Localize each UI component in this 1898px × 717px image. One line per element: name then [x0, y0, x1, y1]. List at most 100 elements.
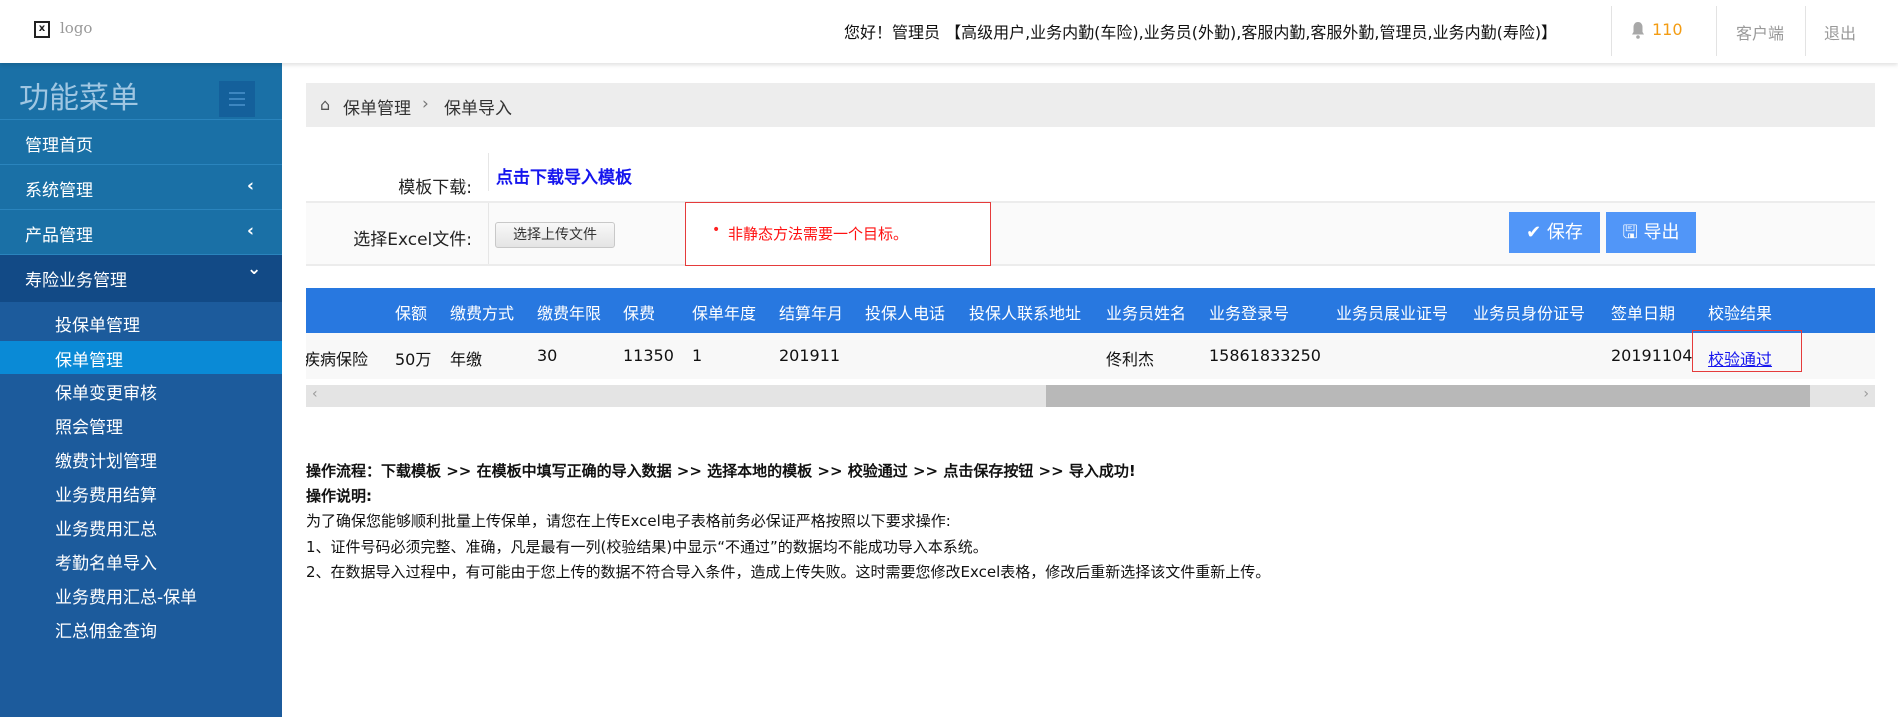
home-icon: ⌂ [320, 95, 331, 114]
save-button[interactable]: ✔ 保存 [1509, 212, 1600, 253]
sidebar-item-life-insurance[interactable]: 寿险业务管理 ⌄ [0, 255, 282, 302]
sidebar-subitem-label: 投保单管理 [55, 316, 140, 336]
column-header: 缴费年限 [537, 304, 602, 323]
instructions-intro: 为了确保您能够顺利批量上传保单，请您在上传Excel电子表格前务必保证严格按照以… [306, 512, 951, 530]
notification-count[interactable]: 110 [1652, 20, 1683, 39]
sidebar-item-label: 管理首页 [25, 136, 93, 156]
check-icon: ✔ [1526, 222, 1542, 243]
column-header: 保额 [395, 304, 428, 323]
sidebar-subitem[interactable]: 业务费用汇总 [0, 510, 282, 543]
sidebar: 功能菜单 管理首页 系统管理 ‹ 产品管理 ‹ 寿险业务管理 ⌄ 投保单管理 保单管理… [0, 63, 282, 717]
column-header: 签单日期 [1611, 304, 1676, 323]
column-header: 业务登录号 [1209, 304, 1290, 323]
sidebar-item-label: 产品管理 [25, 226, 93, 246]
sidebar-subitem[interactable]: 业务费用结算 [0, 476, 282, 509]
sidebar-subitem[interactable]: 保单变更审核 [0, 374, 282, 407]
breadcrumb-separator: › [422, 94, 429, 114]
column-header: 缴费方式 [450, 304, 515, 323]
sidebar-subitem[interactable]: 缴费计划管理 [0, 442, 282, 475]
sidebar-subitem[interactable]: 考勤名单导入 [0, 544, 282, 577]
table-cell: 15861833250 [1209, 346, 1321, 365]
sidebar-subitem[interactable]: 照会管理 [0, 408, 282, 441]
breadcrumb: ⌂ 保单管理 › 保单导入 [306, 83, 1875, 127]
table-cell: 11350 [623, 346, 674, 365]
scroll-left-icon[interactable]: ‹ [312, 386, 318, 402]
sidebar-item-label: 系统管理 [25, 181, 93, 201]
excel-file-label: 选择Excel文件: [353, 230, 472, 250]
logo-broken-image-icon: x [34, 21, 50, 38]
download-template-link[interactable]: 点击下载导入模板 [496, 163, 632, 188]
table-cell: 20191104 [1611, 346, 1693, 365]
sidebar-subitem[interactable]: 业务费用汇总-保单 [0, 578, 282, 611]
logout-link[interactable]: 退出 [1824, 20, 1856, 44]
instructions-rule: 1、证件号码必须完整、准确，凡是最有一列(校验结果)中显示“不通过”的数据均不能… [306, 538, 988, 556]
scrollbar-thumb[interactable] [1046, 385, 1810, 407]
sidebar-item-system[interactable]: 系统管理 ‹ [0, 165, 282, 210]
table-header-row: 保额 缴费方式 缴费年限 保费 保单年度 结算年月 投保人电话 投保人联系地址 … [306, 288, 1875, 333]
column-header: 业务员身份证号 [1473, 304, 1586, 323]
menu-toggle-icon[interactable] [219, 81, 255, 117]
sidebar-subitem-label: 考勤名单导入 [55, 554, 157, 574]
sidebar-item-home[interactable]: 管理首页 [0, 120, 282, 165]
sidebar-title: 功能菜单 [0, 63, 282, 120]
column-header: 保费 [623, 304, 656, 323]
table-cell: 30 [537, 346, 558, 365]
bell-icon[interactable] [1631, 21, 1645, 39]
scroll-right-icon[interactable]: › [1863, 386, 1869, 402]
client-link[interactable]: 客户端 [1736, 20, 1784, 44]
sidebar-subitem-label: 业务费用结算 [55, 486, 157, 506]
table-row: 疾病保险 50万 年缴 30 11350 1 201911 佟利杰 158618… [306, 333, 1875, 379]
sidebar-subitem-label: 业务费用汇总-保单 [55, 588, 198, 608]
divider [1805, 6, 1806, 56]
choose-file-button[interactable]: 选择上传文件 [495, 222, 615, 248]
table-cell: 佟利杰 [1106, 350, 1155, 369]
sidebar-subitem-label: 保单管理 [55, 351, 123, 371]
divider [1716, 6, 1717, 56]
user-greeting: 您好！管理员 【高级用户,业务内勤(车险),业务员(外勤),客服内勤,客服外勤,… [844, 23, 1558, 42]
sidebar-item-product[interactable]: 产品管理 ‹ [0, 210, 282, 255]
export-button[interactable]: 🖫 导出 [1606, 212, 1696, 253]
breadcrumb-current: 保单导入 [444, 99, 512, 119]
divider [1611, 6, 1612, 56]
top-header: x logo 您好！管理员 【高级用户,业务内勤(车险),业务员(外勤),客服内… [0, 0, 1898, 63]
divider [488, 153, 489, 191]
chevron-down-icon: ⌄ [247, 259, 262, 279]
sidebar-item-label: 寿险业务管理 [25, 271, 127, 291]
logo-text: logo [60, 19, 93, 37]
column-header: 业务员展业证号 [1336, 304, 1449, 323]
table-cell: 疾病保险 [306, 350, 369, 369]
operation-flow: 操作流程：下载模板 >> 在模板中填写正确的导入数据 >> 选择本地的模板 >>… [306, 462, 1136, 480]
column-header: 保单年度 [692, 304, 757, 323]
bullet-icon: • [712, 222, 721, 238]
sidebar-subitem-active[interactable]: 保单管理 [0, 341, 282, 374]
highlight-box [1692, 330, 1802, 372]
horizontal-scrollbar[interactable]: ‹ › [306, 385, 1875, 407]
chevron-left-icon: ‹ [247, 176, 255, 196]
column-header: 校验结果 [1708, 304, 1773, 323]
column-header: 结算年月 [779, 304, 844, 323]
table-cell: 1 [692, 346, 703, 365]
sidebar-subitem-label: 汇总佣金查询 [55, 622, 157, 642]
chevron-left-icon: ‹ [247, 221, 255, 241]
instructions-rule: 2、在数据导入过程中，有可能由于您上传的数据不符合导入条件，造成上传失败。这时需… [306, 563, 1271, 581]
divider [488, 203, 489, 264]
instructions-title: 操作说明: [306, 487, 372, 505]
sidebar-subitem-label: 业务费用汇总 [55, 520, 157, 540]
sidebar-subitem-label: 保单变更审核 [55, 384, 157, 404]
floppy-disk-icon: 🖫 [1622, 222, 1638, 243]
breadcrumb-item[interactable]: 保单管理 [343, 94, 411, 119]
template-download-label: 模板下载: [398, 178, 472, 198]
table-cell: 201911 [779, 346, 841, 365]
sidebar-subitem[interactable]: 汇总佣金查询 [0, 612, 282, 645]
sidebar-title-text: 功能菜单 [19, 81, 139, 116]
export-label: 导出 [1643, 222, 1680, 243]
sidebar-subitem[interactable]: 投保单管理 [0, 306, 282, 339]
table-cell: 50万 [395, 350, 432, 369]
table-cell: 年缴 [450, 350, 483, 369]
error-message-box: • 非静态方法需要一个目标。 [685, 202, 991, 266]
column-header: 投保人电话 [865, 304, 946, 323]
import-table: 保额 缴费方式 缴费年限 保费 保单年度 结算年月 投保人电话 投保人联系地址 … [306, 288, 1875, 379]
column-header: 投保人联系地址 [969, 304, 1082, 323]
error-message: 非静态方法需要一个目标。 [728, 225, 909, 243]
column-header: 业务员姓名 [1106, 304, 1187, 323]
